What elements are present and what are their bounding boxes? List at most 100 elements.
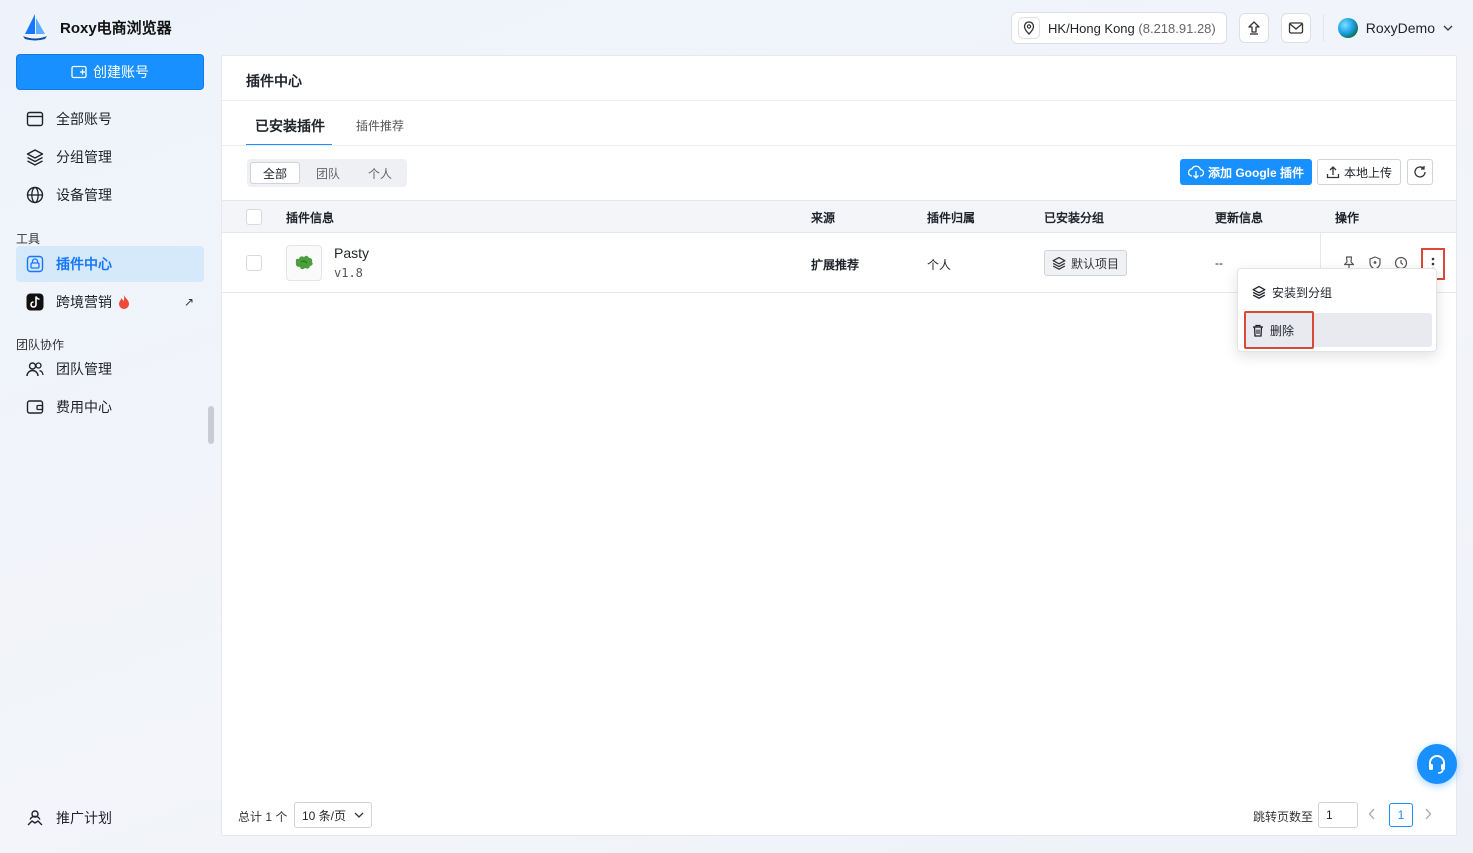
puzzle-icon [293, 253, 315, 273]
plugin-logo [286, 245, 322, 281]
sidebar-item-label: 全部账号 [56, 111, 112, 127]
select-all-checkbox[interactable] [246, 209, 262, 225]
create-account-button[interactable]: 创建账号 [16, 54, 204, 90]
sidebar-item-team[interactable]: 团队管理 [16, 351, 204, 387]
refresh-icon [1413, 165, 1427, 179]
sidebar-item-label: 插件中心 [56, 256, 112, 272]
headset-icon [1426, 753, 1448, 775]
plugin-name: Pasty [334, 245, 370, 261]
username: RoxyDemo [1365, 20, 1435, 36]
chevron-right-icon [1424, 808, 1432, 820]
add-google-plugin-label: 添加 Google 插件 [1208, 165, 1305, 180]
page-number-current[interactable]: 1 [1389, 803, 1413, 827]
next-page-button[interactable] [1424, 808, 1432, 820]
add-google-plugin-button[interactable]: 添加 Google 插件 [1180, 159, 1313, 185]
fire-icon [118, 294, 130, 310]
delete-highlight-frame [1244, 311, 1314, 349]
globe-icon [26, 186, 44, 204]
sailboat-logo-icon [20, 12, 50, 42]
plugin-center-panel: 插件中心 已安装插件 插件推荐 全部 团队 个人 添加 Google 插件 本地… [221, 55, 1457, 836]
column-header-plugin-info: 插件信息 [286, 211, 335, 225]
sidebar-item-marketing[interactable]: 跨境营销 ↗ [16, 284, 204, 320]
chevron-left-icon [1368, 808, 1376, 820]
cloud-upload-icon [1246, 20, 1262, 36]
section-label-tools: 工具 [16, 232, 41, 246]
sidebar-item-promotion[interactable]: 推广计划 [16, 800, 204, 836]
proxy-location[interactable]: HK/Hong Kong (8.218.91.28) [1011, 12, 1227, 44]
refresh-button[interactable] [1407, 159, 1433, 185]
menu-item-label: 安装到分组 [1272, 285, 1333, 300]
add-card-icon [71, 65, 87, 79]
total-count: 总计 1 个 [238, 810, 288, 824]
chevron-down-icon [1443, 25, 1453, 31]
sidebar-scrollbar[interactable] [208, 406, 214, 444]
sidebar-item-label: 分组管理 [56, 149, 112, 165]
customer-support-button[interactable] [1417, 744, 1457, 784]
filter-personal[interactable]: 个人 [356, 162, 404, 184]
external-link-icon: ↗ [183, 295, 194, 309]
upload-sync-button[interactable] [1238, 13, 1269, 43]
tab-installed-plugins[interactable]: 已安装插件 [255, 116, 325, 136]
user-menu[interactable]: RoxyDemo [1322, 14, 1453, 42]
filter-team[interactable]: 团队 [304, 162, 352, 184]
cloud-download-icon [1188, 165, 1204, 179]
users-icon [26, 361, 44, 377]
column-header-update-info: 更新信息 [1215, 211, 1264, 225]
chevron-down-icon [354, 812, 364, 818]
handshake-user-icon [26, 809, 44, 827]
tabs-divider [222, 145, 1456, 146]
page-size-value: 10 条/页 [302, 808, 347, 823]
filter-all[interactable]: 全部 [250, 162, 301, 184]
wallet-icon [26, 399, 44, 415]
card-icon [26, 111, 44, 127]
avatar [1337, 18, 1358, 38]
column-header-actions: 操作 [1335, 211, 1360, 225]
ownership-filter: 全部 团队 个人 [247, 159, 408, 187]
row-checkbox[interactable] [246, 255, 262, 271]
upload-icon [1326, 165, 1340, 179]
sidebar-item-billing[interactable]: 费用中心 [16, 389, 204, 425]
sidebar-item-devices[interactable]: 设备管理 [16, 177, 204, 213]
sidebar-item-all-accounts[interactable]: 全部账号 [16, 101, 204, 137]
app-title: Roxy电商浏览器 [60, 19, 172, 37]
location-text: HK/Hong Kong (8.218.91.28) [1048, 20, 1216, 36]
layers-icon [26, 148, 44, 166]
tiktok-icon [26, 293, 44, 311]
local-upload-label: 本地上传 [1344, 165, 1393, 180]
sidebar-item-label: 跨境营销 [56, 294, 112, 310]
sidebar-item-label: 设备管理 [56, 187, 112, 203]
app-logo: Roxy电商浏览器 [20, 12, 172, 42]
jump-to-page-input[interactable]: 1 [1318, 802, 1358, 828]
column-header-source: 来源 [811, 211, 836, 225]
menu-item-install-to-group[interactable]: 安装到分组 [1244, 275, 1432, 309]
messages-button[interactable] [1280, 13, 1311, 43]
column-header-owner: 插件归属 [927, 211, 976, 225]
sidebar-item-label: 推广计划 [56, 810, 112, 826]
sidebar-item-plugin-center[interactable]: 插件中心 [16, 246, 204, 282]
group-tag-label: 默认项目 [1071, 256, 1120, 271]
layers-icon [1252, 285, 1266, 299]
ip-address: (8.218.91.28) [1138, 20, 1216, 36]
plugin-icon [26, 255, 44, 273]
location-pin-icon [1018, 17, 1041, 39]
plugin-source: 扩展推荐 [811, 258, 860, 272]
sidebar-item-groups[interactable]: 分组管理 [16, 139, 204, 175]
page-title: 插件中心 [246, 73, 302, 89]
plugin-version: v1.8 [334, 266, 363, 280]
sidebar-item-label: 团队管理 [56, 361, 112, 377]
mail-icon [1288, 21, 1304, 35]
installed-group-tag[interactable]: 默认项目 [1044, 250, 1128, 276]
local-upload-button[interactable]: 本地上传 [1317, 159, 1402, 185]
page-size-select[interactable]: 10 条/页 [294, 802, 372, 828]
plugin-update-info: -- [1215, 256, 1223, 270]
tab-recommended-plugins[interactable]: 插件推荐 [356, 117, 404, 134]
create-account-label: 创建账号 [93, 64, 149, 80]
column-header-installed-group: 已安装分组 [1044, 211, 1105, 225]
jump-to-page-label: 跳转页数至 [1253, 810, 1314, 824]
sidebar: 创建账号 全部账号 分组管理 设备管理 工具 插件中心 跨境营销 ↗ 团队协作 … [0, 54, 220, 853]
prev-page-button[interactable] [1368, 808, 1376, 820]
title-divider [222, 100, 1456, 101]
sidebar-item-label: 费用中心 [56, 399, 112, 415]
layers-icon [1052, 256, 1066, 270]
table-header: 插件信息 来源 插件归属 已安装分组 更新信息 操作 [222, 200, 1456, 233]
